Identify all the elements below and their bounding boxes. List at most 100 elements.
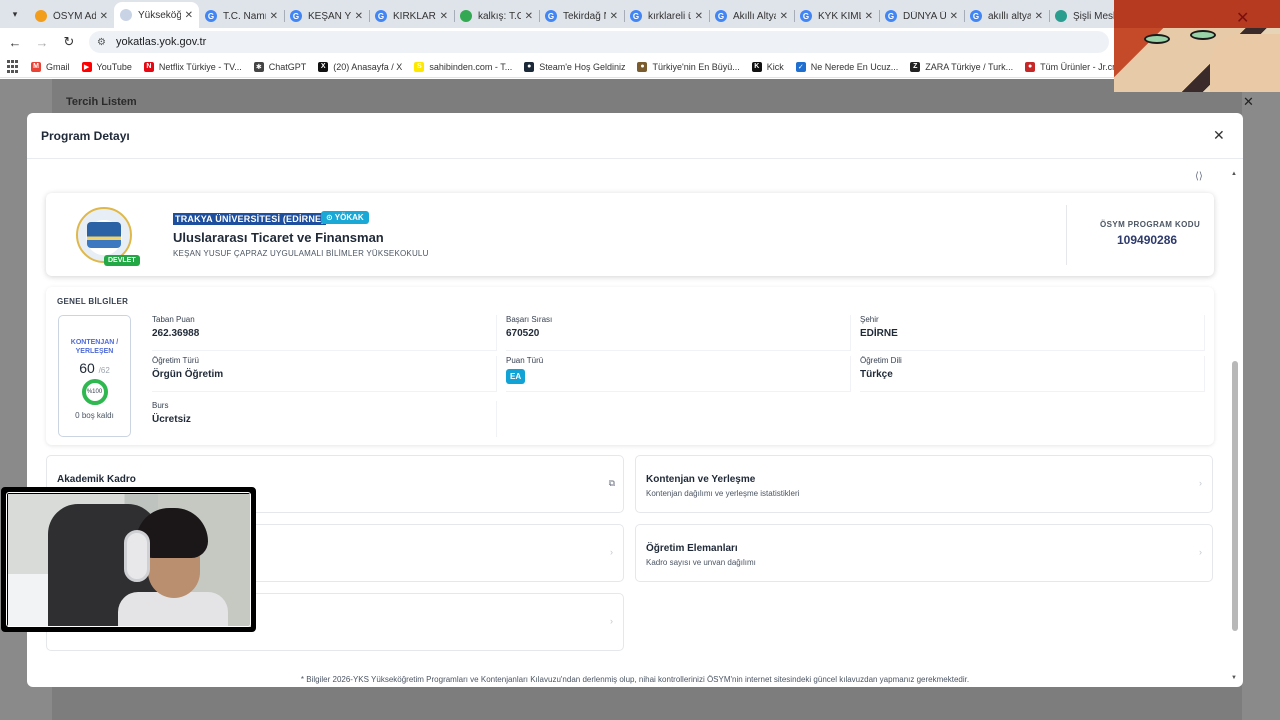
tab-close-icon[interactable]: ✕ [355,11,363,22]
bookmark-item[interactable]: ● Tüm Ürünler - Jr.cri... [1025,61,1125,72]
field-ogretim-dili: Öğretim Dili Türkçe [860,356,1205,392]
toolbar: ← → ↻ ⚙ yokatlas.yok.gov.tr [0,28,1280,56]
bookmark-favicon-icon: M [31,61,41,72]
yokak-label: YÖKAK [334,213,364,222]
browser-tab[interactable]: Gakıllı altya ✕ [964,4,1049,28]
scroll-up-arrow-icon[interactable]: ▲ [1231,171,1237,177]
tab-title: KIRKLAREL [393,10,436,22]
avatar-overlay-image: ✕ [1114,0,1280,92]
page-close-icon[interactable]: ✕ [1243,94,1254,110]
browser-tab[interactable]: G Akıllı Altya ✕ [709,4,794,28]
university-name[interactable]: TRAKYA ÜNİVERSİTESİ (EDİRNE) [173,213,327,225]
field-label: Taban Puan [152,315,195,324]
field-sehir: Şehir EDİRNE [860,315,1205,351]
bookmark-item[interactable]: K Kick [751,61,784,72]
tab-favicon-icon: G [970,10,982,22]
bookmark-item[interactable]: ✱ ChatGPT [253,61,306,72]
tab-title: kırklareli ü [648,10,691,22]
tab-close-icon[interactable]: ✕ [780,11,788,22]
browser-tab[interactable]: Gkırklareli ü ✕ [624,4,709,28]
field-ogretim-turu: Öğretim Türü Örgün Öğretim [152,356,497,392]
apps-grid-icon[interactable] [7,59,21,74]
avatar-hand [1210,34,1280,92]
bookmark-item[interactable]: ▶ YouTube [81,61,132,72]
bookmark-item[interactable]: ● Türkiye'nin En Büyü... [637,61,740,72]
devlet-badge: DEVLET [104,255,140,266]
tab-close-icon[interactable]: ✕ [185,10,193,21]
back-button[interactable]: ← [3,30,27,54]
tab-close-icon[interactable]: ✕ [525,11,533,22]
tab-close-icon[interactable]: ✕ [695,11,703,22]
browser-tab[interactable]: G KYK KİMLİ ✕ [794,4,879,28]
section-subtitle: Kontenjan dağılımı ve yerleşme istatisti… [646,489,800,498]
modal-title: Program Detayı [41,128,130,143]
university-logo-emblem [87,222,121,248]
bookmark-label: Türkiye'nin En Büyü... [652,61,740,72]
bookmarks-bar: M Gmail ▶ YouTube N Netflix Türkiye - TV... ✱ C… [0,56,1280,78]
bookmark-item[interactable]: M Gmail [31,61,70,72]
site-info-icon[interactable]: ⚙ [97,37,106,48]
tab-favicon-icon: G [800,10,812,22]
tab-bar: ▾ ÖSYM Ada ✕ Yükseköğr ✕ G T.C. Namık ✕ G KEŞAN … [0,0,1280,28]
modal-header: Program Detayı [27,113,1243,159]
program-code-value: 109490286 [1117,233,1178,247]
tab-favicon-icon: G [375,10,387,22]
footnote: * Bilgiler 2026-YKS Yükseköğretim Progra… [300,675,970,684]
tab-close-icon[interactable]: ✕ [610,11,618,22]
bookmark-item[interactable]: Ssahibinden.com - T... [414,61,513,72]
bookmark-item[interactable]: Z ZARA Türkiye / Turk... [910,61,1013,72]
quota-label-line-1: KONTENJAN / [70,339,119,346]
tab-close-icon[interactable]: ✕ [1035,11,1043,22]
field-value: Ücretsiz [152,414,191,425]
bookmark-item[interactable]: ● Steam'e Hoş Geldiniz [524,61,625,72]
share-icon[interactable]: ⟨⟩ [1195,171,1203,182]
quota-numbers: 60 /62 [59,360,130,376]
bookmark-label: Ne Nerede En Ucuz... [810,61,899,72]
tab-close-icon[interactable]: ✕ [100,11,108,22]
bookmark-label: Kick [766,61,784,72]
fill-rate-percent: %100 [86,389,103,395]
bookmark-label: sahibinden.com - T... [429,61,513,72]
tab-title: KEŞAN YU [308,10,351,22]
tab-close-icon[interactable]: ✕ [865,11,873,22]
quota-label-line-2: YERLEŞEN [75,348,114,355]
browser-tab[interactable]: G T.C. Namık ✕ [199,4,284,28]
browser-tab[interactable]: Yükseköğr ✕ [114,2,199,28]
placed-count: 60 [79,360,95,376]
bookmark-favicon-icon: N [143,61,154,72]
tab-close-icon[interactable]: ✕ [950,11,958,22]
browser-tab[interactable]: ÖSYM Ada ✕ [29,4,114,28]
reload-button[interactable]: ↻ [57,30,81,54]
puan-turu-badge: EA [506,369,526,384]
program-name: Uluslararası Ticaret ve Finansman [173,230,384,245]
tab-search-button[interactable]: ▾ [4,3,26,25]
tab-favicon-icon [1055,10,1067,22]
bookmark-label: Tüm Ürünler - Jr.cri... [1040,61,1125,72]
browser-tab[interactable]: G KEŞAN YU ✕ [284,4,369,28]
external-link-icon[interactable]: ⧉ [609,478,615,489]
bookmark-favicon-icon: ✓ [795,61,806,72]
close-icon[interactable]: ✕ [1213,127,1225,144]
fill-rate-ring: %100 [81,379,108,405]
bookmark-item[interactable]: X (20) Anasayfa / X [318,61,402,72]
tab-title: ÖSYM Ada [53,10,96,22]
forward-button[interactable]: → [30,30,54,54]
browser-tab[interactable]: G KIRKLAREL ✕ [369,4,454,28]
tab-close-icon[interactable]: ✕ [270,11,278,22]
browser-tab[interactable]: kalkış: T.C. ✕ [454,4,539,28]
browser-tab[interactable]: G DÜNYA ÜN ✕ [879,4,964,28]
bookmark-favicon-icon: ▶ [81,61,92,72]
bookmark-item[interactable]: N Netflix Türkiye - TV... [143,61,242,72]
faculty-name: KEŞAN YUSUF ÇAPRAZ UYGULAMALI BİLİMLER Y… [173,249,429,258]
bookmark-favicon-icon: K [751,61,762,72]
tab-favicon-icon [460,10,472,22]
section-kontenjan-yerlesme[interactable]: Kontenjan ve Yerleşme Kontenjan dağılımı… [635,455,1213,513]
address-bar[interactable]: ⚙ yokatlas.yok.gov.tr [89,31,1109,53]
scroll-thumb[interactable] [1232,361,1238,631]
tab-close-icon[interactable]: ✕ [440,11,448,22]
bookmark-item[interactable]: ✓ Ne Nerede En Ucuz... [795,61,899,72]
browser-tab[interactable]: G Tekirdağ N ✕ [539,4,624,28]
modal-scrollbar[interactable]: ▲ ▼ [1231,171,1239,685]
tab-favicon-icon [120,9,132,21]
section-ogretim-elemanlari[interactable]: Öğretim Elemanları Kadro sayısı ve unvan… [635,524,1213,582]
